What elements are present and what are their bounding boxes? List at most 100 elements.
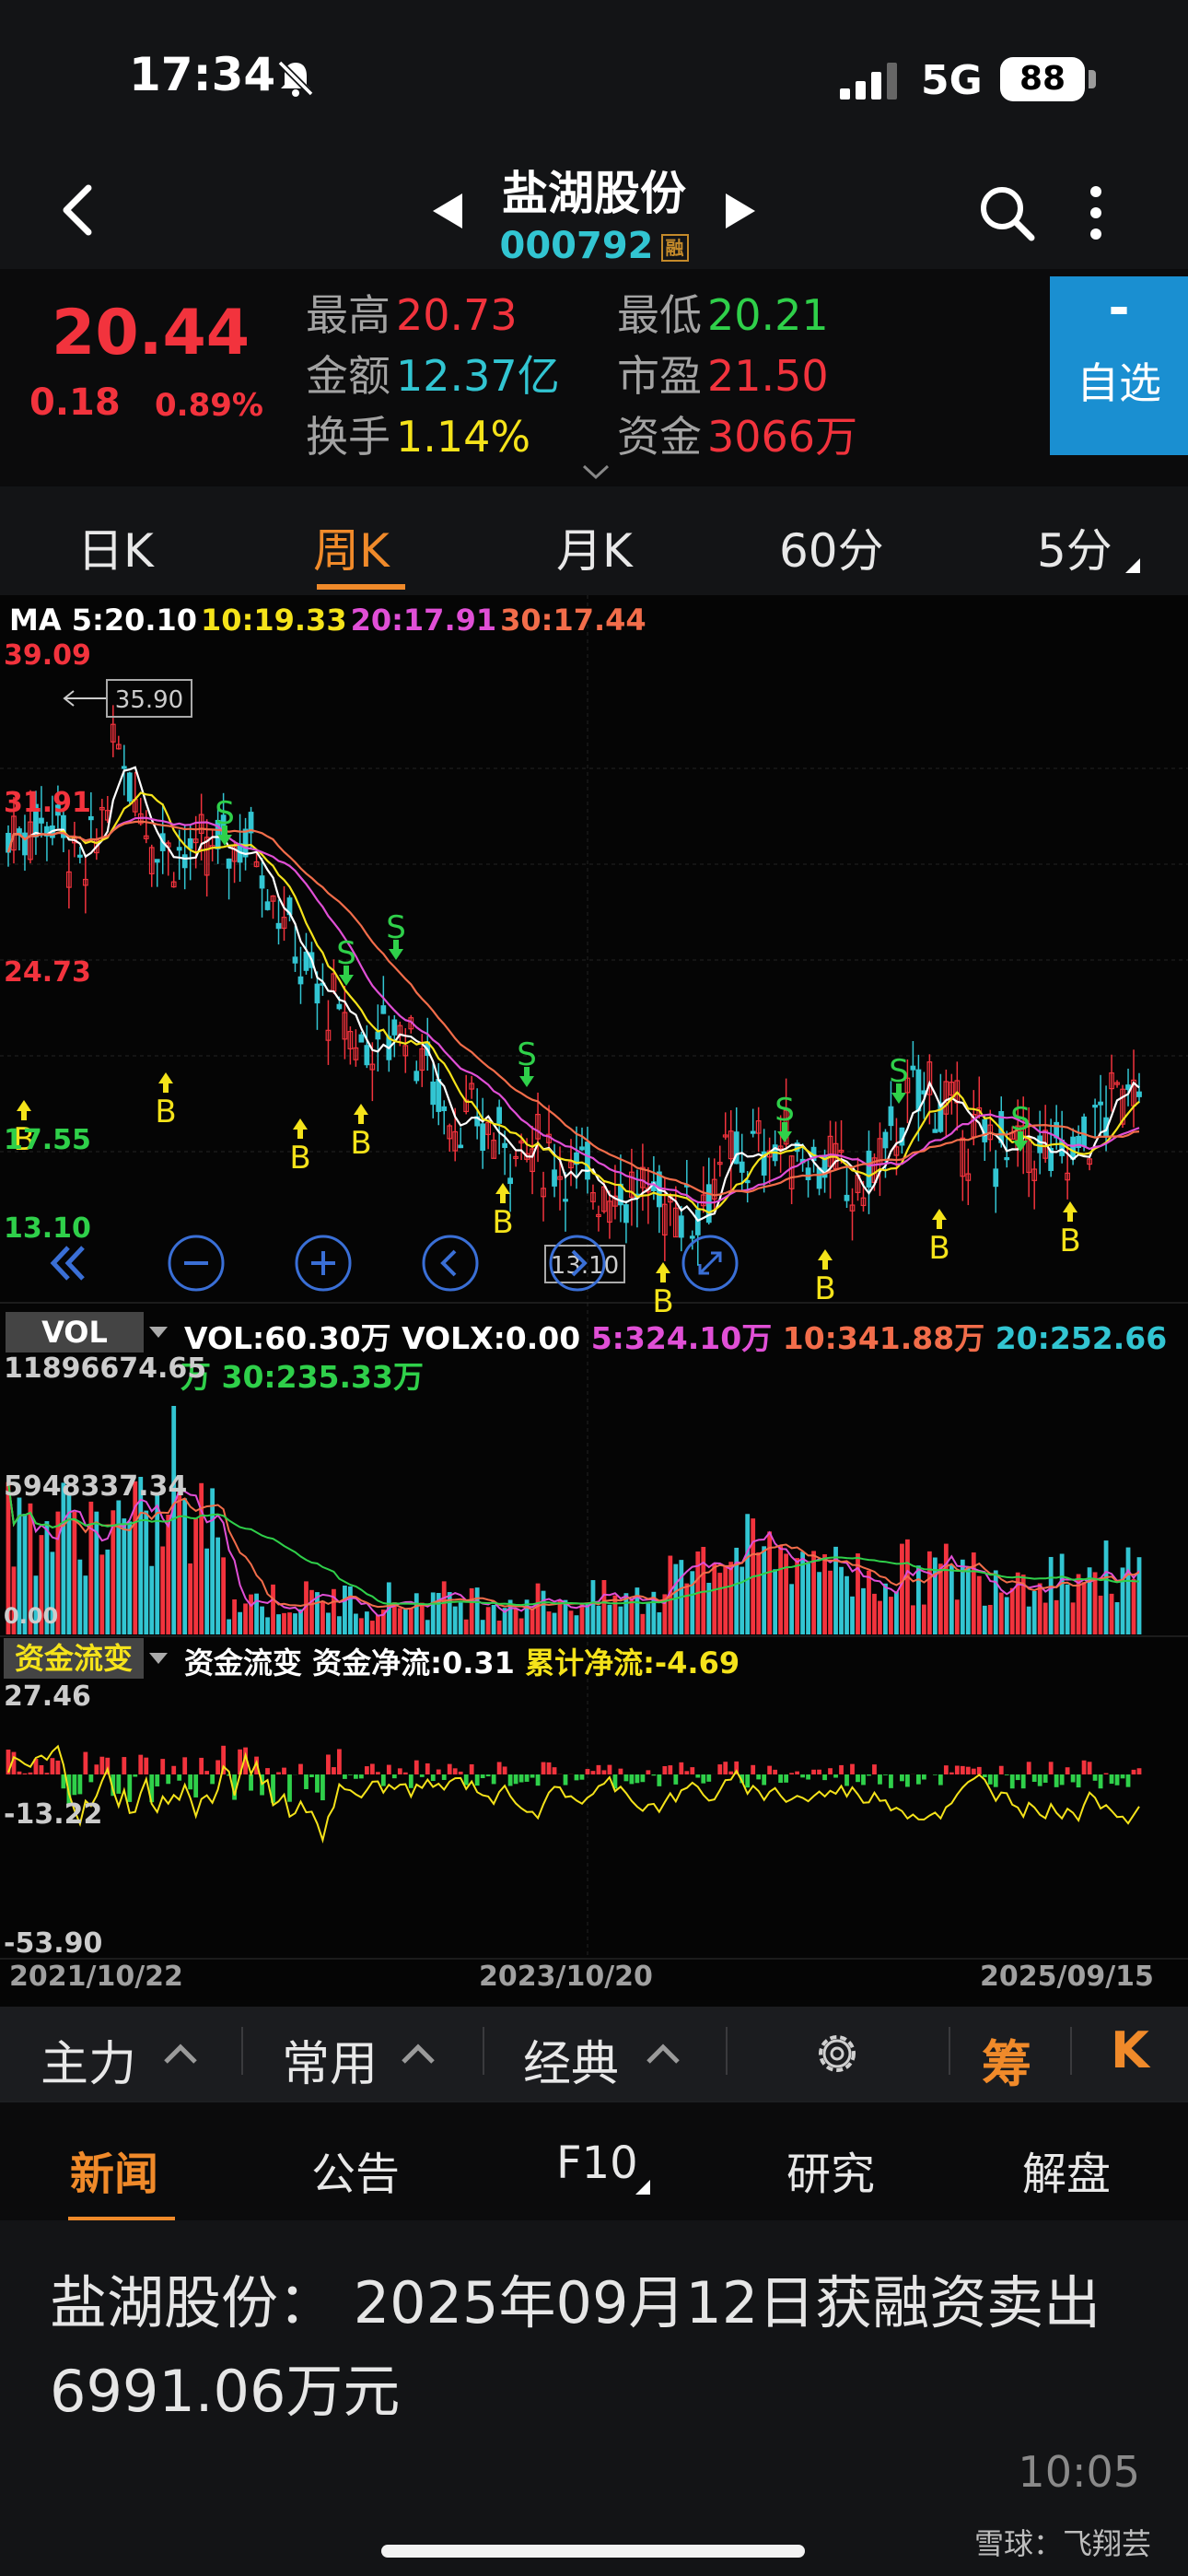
flow-bar: [304, 1774, 309, 1789]
chart-canvas[interactable]: BBB BBB BB BSSSSSSS 35.90 13.10: [0, 595, 1188, 2007]
volume-bar: [535, 1583, 541, 1634]
flow-caret-icon[interactable]: [147, 1651, 169, 1666]
chevron-up-icon[interactable]: [162, 2042, 199, 2066]
flow-bar: [436, 1769, 441, 1774]
flow-bar: [817, 1769, 821, 1774]
candle-body: [391, 1019, 398, 1036]
expand-icon[interactable]: [580, 463, 611, 481]
flow-indicator-selector[interactable]: 资金流变: [4, 1638, 144, 1679]
k-line-button[interactable]: K: [1111, 2021, 1149, 2079]
tab-5min[interactable]: 5分: [1037, 514, 1112, 580]
indicator-common[interactable]: 常用: [282, 2025, 378, 2094]
tab-research[interactable]: 研究: [786, 2137, 875, 2202]
quote-pe: 市盈 21.50: [617, 343, 829, 404]
volume-bar: [72, 1511, 77, 1634]
double-left-icon[interactable]: [39, 1233, 99, 1294]
volume-bar: [193, 1517, 199, 1634]
candle-body: [552, 1169, 557, 1187]
volume-bar: [932, 1557, 938, 1634]
flow-bar: [1076, 1774, 1081, 1788]
flow-bar: [474, 1774, 480, 1786]
divider: [241, 2027, 243, 2075]
volume-bar: [425, 1620, 430, 1634]
next-stock-icon[interactable]: [722, 190, 759, 232]
volume-bar: [905, 1539, 910, 1634]
flow-bar: [326, 1754, 331, 1774]
scroll-right-icon[interactable]: [547, 1233, 608, 1294]
volume-bar: [343, 1585, 347, 1634]
candle-body: [579, 1146, 585, 1151]
gear-icon[interactable]: [810, 2027, 864, 2080]
candle-body: [694, 1209, 701, 1235]
volume-bar: [265, 1617, 270, 1634]
pe-label: 市盈: [617, 351, 702, 401]
candle-body: [739, 1161, 745, 1173]
more-icon[interactable]: [1085, 182, 1107, 243]
add-watchlist-button[interactable]: - 自选: [1050, 276, 1188, 455]
news-headline[interactable]: 盐湖股份： 2025年09月12日获融资卖出6991.06万元: [50, 2259, 1146, 2436]
candle-body: [496, 1107, 503, 1124]
candle-body: [816, 1167, 822, 1189]
tab-announcements[interactable]: 公告: [311, 2137, 400, 2202]
volume-bar: [1131, 1578, 1136, 1634]
volume-bar: [188, 1563, 193, 1634]
vol-indicator-selector[interactable]: VOL: [6, 1312, 144, 1352]
back-icon[interactable]: [55, 181, 101, 240]
volume-bar: [1065, 1584, 1070, 1634]
capital-label: 资金: [617, 412, 702, 462]
home-indicator[interactable]: [381, 2545, 805, 2558]
volume-bar: [88, 1501, 94, 1634]
tab-news[interactable]: 新闻: [70, 2137, 158, 2202]
flow-bar: [1114, 1774, 1120, 1786]
tab-analysis[interactable]: 解盘: [1022, 2137, 1111, 2202]
volume-bar: [756, 1551, 762, 1634]
chart-area[interactable]: BBBBBBBBBSSSSSSS 35.90 13.10 MA 5:20.10 1…: [0, 595, 1188, 2007]
buy-signal: B: [928, 1230, 949, 1267]
flow-bar: [673, 1774, 679, 1785]
flow-bar: [122, 1757, 127, 1774]
volume-bar: [149, 1565, 155, 1634]
volume-bar: [590, 1580, 596, 1634]
candle-body: [275, 922, 282, 930]
volume-bar: [1092, 1572, 1098, 1634]
chevron-up-icon[interactable]: [400, 2042, 437, 2066]
search-icon[interactable]: [976, 182, 1037, 243]
tab-week-k[interactable]: 周K: [313, 514, 390, 580]
volume-bar: [518, 1618, 524, 1634]
ma-lines: [6, 766, 1140, 1223]
vol-caret-icon[interactable]: [147, 1325, 169, 1340]
flow-bar: [408, 1774, 413, 1788]
volume-bar: [364, 1611, 369, 1634]
buy-arrow: [17, 1100, 31, 1120]
margin-badge: 融: [660, 234, 689, 262]
flow-bar: [695, 1774, 701, 1778]
buy-arrow: [158, 1072, 173, 1093]
indicator-bar: 主力 常用 经典 筹 K: [0, 2007, 1188, 2101]
flow-bars: [6, 1745, 1142, 1805]
tab-f10[interactable]: F10: [556, 2137, 638, 2189]
tab-month-k[interactable]: 月K: [556, 514, 633, 580]
volume-bar: [745, 1514, 751, 1634]
tab-day-k[interactable]: 日K: [77, 514, 154, 580]
flow-bar: [756, 1774, 762, 1780]
ma30-line: [6, 820, 1140, 1197]
volume-bar: [513, 1608, 518, 1634]
flow-bar: [28, 1772, 33, 1774]
zoom-out-icon[interactable]: [166, 1233, 227, 1294]
tab-60min[interactable]: 60分: [779, 514, 884, 580]
chevron-up-icon[interactable]: [645, 2042, 681, 2066]
fullscreen-icon[interactable]: [680, 1233, 740, 1294]
zoom-in-icon[interactable]: [293, 1233, 354, 1294]
volume-bar: [447, 1592, 452, 1634]
flow-bar: [987, 1774, 993, 1785]
flow-bar: [651, 1774, 657, 1776]
chip-distribution-button[interactable]: 筹: [982, 2023, 1031, 2096]
volume-bar: [585, 1604, 590, 1634]
indicator-main[interactable]: 主力: [41, 2025, 136, 2094]
scroll-left-icon[interactable]: [420, 1233, 481, 1294]
volume-bar: [872, 1593, 877, 1634]
indicator-classic[interactable]: 经典: [523, 2025, 619, 2094]
flow-bar: [839, 1764, 844, 1774]
volume-bar: [1098, 1595, 1103, 1634]
candle-body: [413, 1071, 420, 1082]
